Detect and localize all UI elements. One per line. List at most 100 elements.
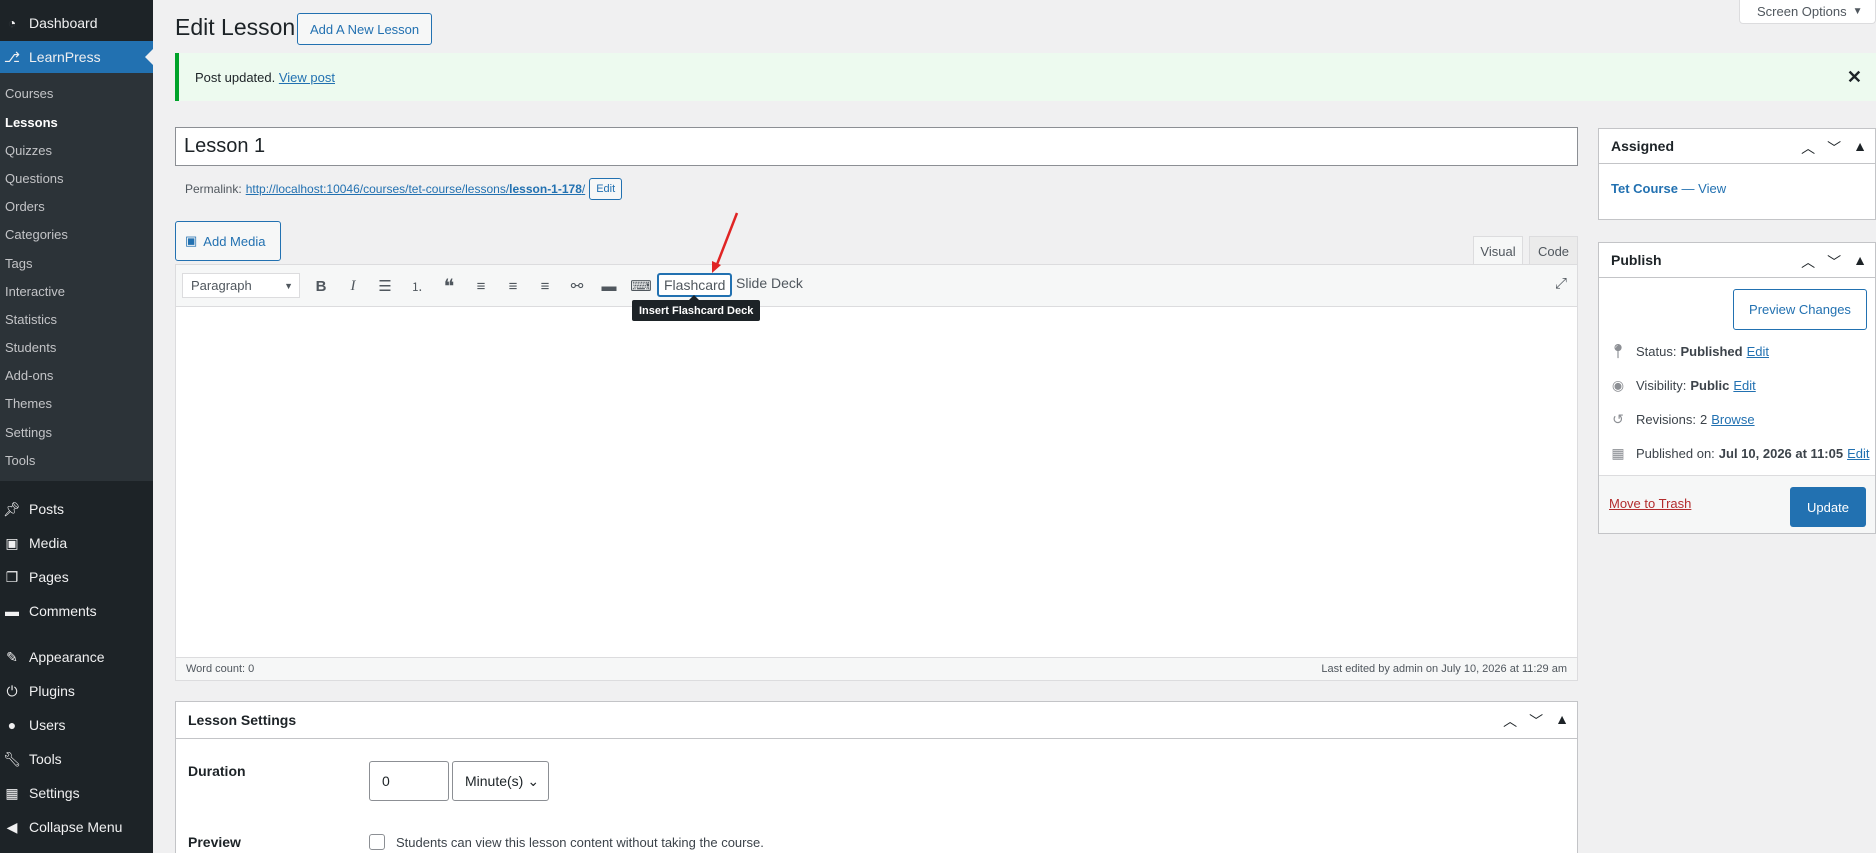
- update-button[interactable]: Update: [1790, 487, 1866, 527]
- link-icon[interactable]: ⚯: [565, 274, 589, 298]
- menu-plugins[interactable]: ⏻ Plugins: [0, 675, 153, 707]
- align-left-icon[interactable]: ≡: [469, 274, 493, 298]
- submenu-settings[interactable]: Settings: [5, 425, 52, 440]
- preview-changes-button[interactable]: Preview Changes: [1733, 289, 1867, 330]
- submenu-add-ons[interactable]: Add-ons: [5, 368, 53, 383]
- align-right-icon[interactable]: ≡: [533, 274, 557, 298]
- chevron-up-icon[interactable]: ︿: [1801, 138, 1815, 158]
- revisions-label: Revisions:: [1636, 412, 1696, 427]
- revisions-row: ↺ Revisions: 2 Browse: [1609, 411, 1754, 428]
- italic-icon[interactable]: I: [341, 274, 365, 298]
- view-course-link[interactable]: View: [1698, 181, 1726, 196]
- editor-toolbar: Paragraph ▼ B I ☰ ⒈ ❝ ≡ ≡ ≡ ⚯ ▬ ⌨ Flashc…: [176, 265, 1577, 321]
- chevron-up-icon[interactable]: ︿: [1801, 252, 1815, 272]
- slide-deck-button[interactable]: Slide Deck: [736, 275, 803, 291]
- permalink-slug: lesson-1-178: [509, 182, 582, 196]
- visibility-edit-link[interactable]: Edit: [1733, 378, 1755, 393]
- submenu-orders[interactable]: Orders: [5, 199, 45, 214]
- submenu-lessons[interactable]: Lessons: [5, 115, 58, 130]
- admin-sidebar: ◔ Dashboard ⎇ LearnPress Courses Lessons…: [0, 0, 153, 853]
- menu-collapse[interactable]: ◀ Collapse Menu: [0, 811, 153, 843]
- permalink-url-prefix: http://localhost:10046/courses/tet-cours…: [245, 182, 510, 196]
- menu-posts[interactable]: 📌︎ Posts: [0, 493, 153, 525]
- toggle-panel-icon[interactable]: ▲: [1853, 252, 1867, 272]
- submenu-categories[interactable]: Categories: [5, 227, 68, 242]
- preview-description: Students can view this lesson content wi…: [396, 835, 764, 850]
- notice-text: Post updated.: [195, 69, 276, 85]
- tab-code[interactable]: Code: [1529, 236, 1578, 265]
- menu-pages[interactable]: ❐ Pages: [0, 561, 153, 593]
- chevron-down-icon[interactable]: ﹀: [1827, 252, 1841, 272]
- browse-revisions-link[interactable]: Browse: [1711, 412, 1754, 427]
- permalink-link[interactable]: http://localhost:10046/courses/tet-cours…: [246, 182, 586, 196]
- submenu-statistics[interactable]: Statistics: [5, 312, 57, 327]
- add-new-lesson-button[interactable]: Add A New Lesson: [297, 13, 433, 45]
- submenu-tools[interactable]: Tools: [5, 453, 35, 468]
- submenu-courses[interactable]: Courses: [5, 86, 53, 101]
- dashboard-icon: ◔: [7, 15, 17, 31]
- visibility-label: Visibility:: [1636, 378, 1687, 393]
- menu-appearance[interactable]: ✎ Appearance: [0, 641, 153, 673]
- course-link[interactable]: Tet Course: [1611, 181, 1678, 196]
- screen-options-button[interactable]: Screen Options ▼: [1739, 0, 1876, 24]
- media-icon: ▣: [5, 534, 19, 551]
- menu-dashboard[interactable]: ◔ Dashboard: [0, 7, 153, 39]
- menu-tools[interactable]: 🔧︎ Tools: [0, 743, 153, 775]
- assigned-box: Assigned ︿ ﹀ ▲ Tet Course — View: [1598, 128, 1876, 220]
- bullet-list-icon[interactable]: ☰: [373, 274, 397, 298]
- bold-icon[interactable]: B: [309, 274, 333, 298]
- published-edit-link[interactable]: Edit: [1847, 446, 1869, 461]
- submenu-interactive[interactable]: Interactive: [5, 284, 65, 299]
- permalink-label: Permalink:: [185, 182, 242, 196]
- keyboard-icon[interactable]: ⌨: [629, 274, 653, 298]
- toggle-panel-icon[interactable]: ▲: [1853, 138, 1867, 158]
- editor-body[interactable]: [176, 307, 1577, 659]
- lesson-settings-title: Lesson Settings: [176, 702, 1577, 739]
- read-more-icon[interactable]: ▬: [597, 274, 621, 298]
- menu-users[interactable]: ● Users: [0, 709, 153, 741]
- duration-unit-select[interactable]: Minute(s) ⌄: [452, 761, 549, 801]
- editor-status-bar: Word count: 0 Last edited by admin on Ju…: [176, 657, 1577, 680]
- submenu-themes[interactable]: Themes: [5, 396, 52, 411]
- format-select[interactable]: Paragraph ▼: [182, 273, 300, 298]
- plug-icon: ⏻: [6, 682, 18, 699]
- status-edit-link[interactable]: Edit: [1747, 344, 1769, 359]
- pin-icon: 📌︎: [3, 500, 21, 517]
- tab-visual[interactable]: Visual: [1473, 236, 1523, 265]
- menu-learnpress[interactable]: ⎇ LearnPress: [0, 41, 153, 73]
- permalink: Permalink: http://localhost:10046/course…: [185, 178, 623, 200]
- chevron-up-icon[interactable]: ︿: [1503, 711, 1517, 731]
- blockquote-icon[interactable]: ❝: [437, 274, 461, 298]
- publish-box: Publish ︿ ﹀ ▲ Preview Changes 📍︎ Status:…: [1598, 242, 1876, 534]
- submenu-tags[interactable]: Tags: [5, 256, 32, 271]
- dismiss-icon[interactable]: ✕: [1847, 67, 1862, 88]
- view-post-link[interactable]: View post: [279, 70, 335, 85]
- annotation-arrow: [712, 212, 739, 273]
- user-icon: ●: [7, 717, 17, 733]
- duration-input[interactable]: 0: [369, 761, 449, 801]
- toggle-panel-icon[interactable]: ▲: [1555, 711, 1569, 731]
- numbered-list-icon[interactable]: ⒈: [405, 274, 429, 298]
- submenu-questions[interactable]: Questions: [5, 171, 64, 186]
- chevron-down-icon[interactable]: ﹀: [1827, 138, 1841, 158]
- content-editor: Paragraph ▼ B I ☰ ⒈ ❝ ≡ ≡ ≡ ⚯ ▬ ⌨ Flashc…: [175, 264, 1578, 681]
- assigned-separator: —: [1677, 181, 1699, 196]
- caret-down-icon: ▼: [284, 280, 293, 291]
- add-media-button[interactable]: ▣ Add Media: [175, 221, 281, 261]
- submenu-students[interactable]: Students: [5, 340, 56, 355]
- menu-media[interactable]: ▣ Media: [0, 527, 153, 559]
- add-media-label: Add Media: [203, 233, 266, 249]
- flashcard-button[interactable]: Flashcard: [657, 273, 733, 297]
- move-to-trash-link[interactable]: Move to Trash: [1609, 496, 1691, 511]
- align-center-icon[interactable]: ≡: [501, 274, 525, 298]
- preview-checkbox[interactable]: [369, 834, 385, 850]
- chevron-down-icon[interactable]: ﹀: [1529, 711, 1543, 731]
- flashcard-tooltip: Insert Flashcard Deck: [632, 295, 761, 321]
- menu-settings[interactable]: ▦ Settings: [0, 777, 153, 809]
- permalink-edit-button[interactable]: Edit: [589, 178, 623, 200]
- menu-comments[interactable]: ▬ Comments: [0, 595, 153, 627]
- duration-unit-value: Minute(s): [465, 773, 524, 789]
- post-title-input[interactable]: Lesson 1: [175, 127, 1578, 166]
- fullscreen-icon[interactable]: ⤢: [1555, 275, 1567, 292]
- submenu-quizzes[interactable]: Quizzes: [5, 143, 52, 158]
